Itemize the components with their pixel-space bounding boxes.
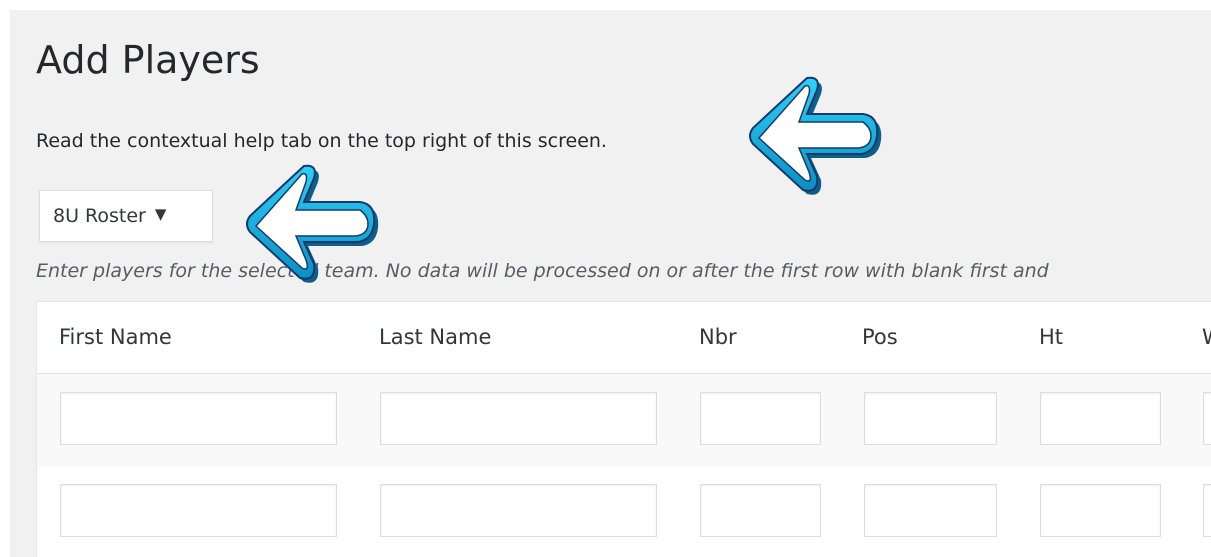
ht-input[interactable] (1040, 484, 1161, 537)
last-name-input[interactable] (380, 484, 657, 537)
column-header-wt: Wt (1202, 325, 1211, 349)
page-title: Add Players (36, 38, 260, 82)
ht-input[interactable] (1040, 392, 1161, 445)
left-arrow-icon (749, 76, 882, 195)
team-select[interactable]: 8U Roster ▼ (39, 190, 213, 242)
column-header-nbr: Nbr (699, 325, 737, 349)
column-header-ht: Ht (1039, 325, 1064, 349)
table-header: First Name Last Name Nbr Pos Ht Wt (37, 302, 1211, 374)
wt-input[interactable] (1203, 392, 1211, 445)
table-row (37, 374, 1211, 466)
nbr-input[interactable] (700, 392, 821, 445)
first-name-input[interactable] (60, 484, 337, 537)
pos-input[interactable] (864, 484, 997, 537)
help-text: Read the contextual help tab on the top … (36, 130, 607, 152)
last-name-input[interactable] (380, 392, 657, 445)
instructions-text: Enter players for the selected team. No … (36, 260, 1049, 282)
nbr-input[interactable] (700, 484, 821, 537)
admin-screen: Add Players Read the contextual help tab… (10, 10, 1211, 557)
column-header-last-name: Last Name (379, 325, 492, 349)
team-select-value: 8U Roster (53, 205, 146, 227)
caret-down-icon: ▼ (154, 205, 167, 223)
left-arrow-icon (246, 164, 379, 283)
column-header-first-name: First Name (59, 325, 172, 349)
players-table: First Name Last Name Nbr Pos Ht Wt (36, 301, 1211, 557)
column-header-pos: Pos (862, 325, 898, 349)
pos-input[interactable] (864, 392, 997, 445)
wt-input[interactable] (1203, 484, 1211, 537)
table-row (37, 466, 1211, 557)
first-name-input[interactable] (60, 392, 337, 445)
